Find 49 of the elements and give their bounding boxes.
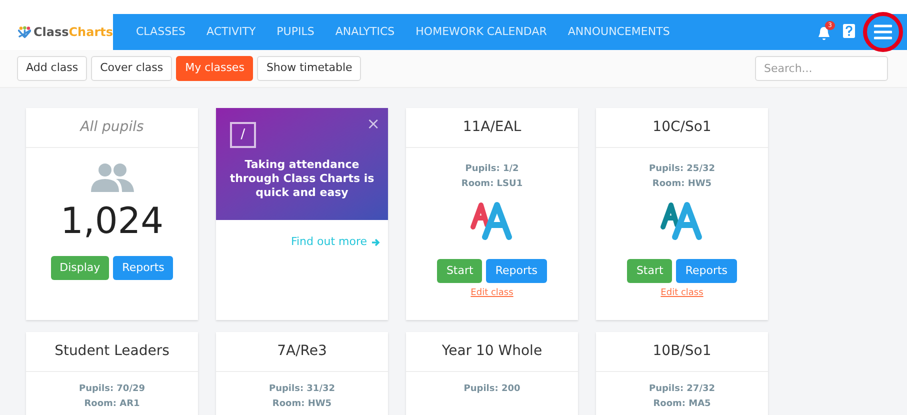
arrow-icon: [371, 238, 380, 247]
room-text: Room: HW5: [652, 178, 712, 191]
room-text: Room: LSU1: [461, 178, 523, 191]
pupils-text: Pupils: 31/32: [268, 383, 336, 396]
primary-button[interactable]: Start: [627, 259, 672, 283]
logo-icon: [18, 24, 32, 40]
primary-button[interactable]: Start: [437, 259, 482, 283]
pupils-text: Pupils: 70/29: [78, 383, 146, 396]
reports-button[interactable]: Reports: [113, 256, 174, 280]
card-title: All pupils: [80, 118, 144, 137]
nav-link[interactable]: ANNOUNCEMENTS: [568, 24, 670, 40]
edit-class-link[interactable]: Edit class: [660, 287, 704, 300]
card-title: 7A/Re3: [277, 342, 327, 361]
card-title: 11A/EAL: [462, 118, 522, 137]
reports-button[interactable]: Reports: [676, 259, 737, 283]
menu-icon: [874, 24, 892, 40]
nav-link[interactable]: CLASSES: [136, 24, 186, 40]
bell-icon[interactable]: [817, 26, 831, 41]
room-text: Room: MA5: [653, 398, 711, 411]
pupils-text: Pupils: 27/32: [648, 383, 716, 396]
edit-class-link[interactable]: Edit class: [470, 287, 514, 300]
pupils-text: Pupils: 25/32: [648, 163, 716, 176]
primary-button[interactable]: Display: [50, 256, 110, 280]
help-icon[interactable]: [843, 24, 855, 40]
toolbar-button[interactable]: My classes: [176, 56, 254, 81]
pupils-text: Pupils: 200: [464, 383, 520, 396]
card-title: Year 10 Whole: [442, 342, 542, 361]
logo-text: ClassCharts: [33, 24, 113, 41]
nav-link[interactable]: ANALYTICS: [335, 24, 395, 40]
reports-button[interactable]: Reports: [486, 259, 547, 283]
search-field[interactable]: Search...: [755, 56, 888, 81]
card-title: Student Leaders: [54, 342, 170, 361]
promo-icon: /: [230, 122, 256, 148]
close-button[interactable]: ×: [366, 112, 380, 136]
find-out-more-link[interactable]: Find out more: [290, 234, 380, 250]
nav-link[interactable]: HOMEWORK CALENDAR: [416, 24, 547, 40]
promo-text: Taking attendance through Class Charts is quick and easy: [228, 158, 376, 200]
room-text: Room: HW5: [272, 398, 332, 411]
nav-link[interactable]: PUPILS: [276, 24, 314, 40]
card-title: 10C/So1: [652, 118, 712, 137]
pupil-count: 1,024: [59, 200, 165, 244]
pupils-text: Pupils: 1/2: [465, 163, 519, 176]
card-title: 10B/So1: [652, 342, 712, 361]
toolbar-button[interactable]: Show timetable: [257, 56, 362, 81]
pupils-icon: [88, 162, 136, 194]
nav-link[interactable]: ACTIVITY: [206, 24, 256, 40]
room-text: Room: AR1: [84, 398, 140, 411]
toolbar-button[interactable]: Add class: [17, 56, 88, 81]
toolbar-button[interactable]: Cover class: [91, 56, 172, 81]
